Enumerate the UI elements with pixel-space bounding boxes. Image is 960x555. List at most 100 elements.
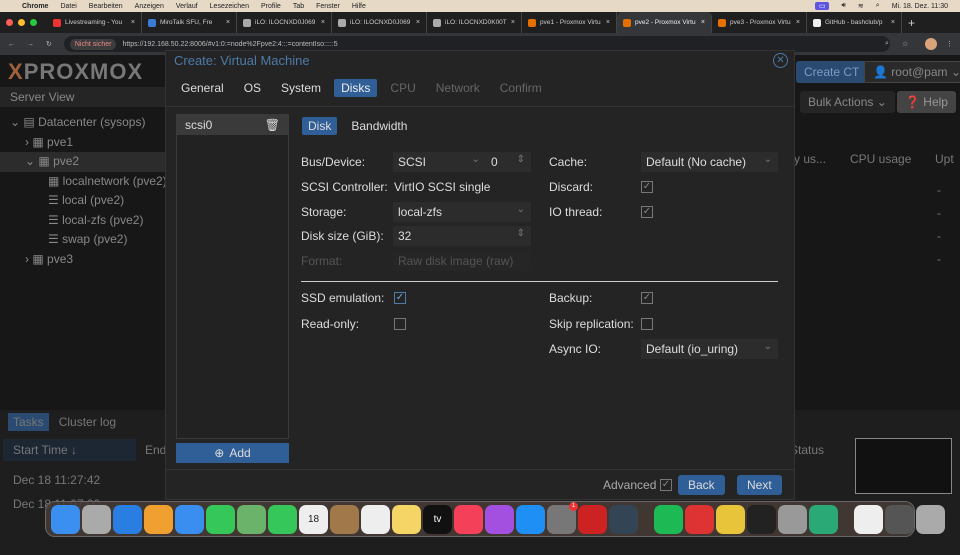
browser-tab[interactable]: iLO: ILOCNXD0J069 ×: [237, 12, 332, 33]
wizard-tab-general[interactable]: General: [174, 79, 231, 97]
server-view-selector[interactable]: Server View: [0, 87, 165, 107]
dock-tv-icon[interactable]: tv: [423, 504, 452, 534]
menu-verlauf[interactable]: Verlauf: [176, 3, 198, 10]
zoom-button[interactable]: [30, 19, 37, 26]
close-window-button[interactable]: [6, 19, 13, 26]
help-button[interactable]: ❓ Help: [897, 91, 956, 113]
device-stepper[interactable]: 0 ⇕: [486, 152, 531, 172]
wizard-tab-os[interactable]: OS: [237, 79, 268, 97]
wifi-icon[interactable]: ≋: [858, 2, 864, 10]
bus-select[interactable]: SCSI ⌄: [393, 152, 486, 172]
menu-anzeigen[interactable]: Anzeigen: [135, 3, 164, 10]
create-ct-button[interactable]: Create CT: [796, 61, 868, 83]
tree-node-pve3[interactable]: › ▦ pve3: [10, 250, 167, 270]
browser-tab[interactable]: pve2 - Proxmox Virtu ×: [617, 12, 712, 33]
dock-app-store-icon[interactable]: [516, 504, 545, 534]
dock-music-icon[interactable]: [454, 504, 483, 534]
tree-storage-local-zfs[interactable]: ☰ local-zfs (pve2): [10, 211, 167, 231]
dock-trash-icon[interactable]: [916, 504, 945, 534]
menu-datei[interactable]: Datei: [60, 3, 76, 10]
task-row[interactable]: Dec 18 11:27:42: [13, 468, 100, 492]
menu-bearbeiten[interactable]: Bearbeiten: [89, 3, 123, 10]
dock-app-green-icon[interactable]: [809, 504, 838, 534]
bulk-actions-button[interactable]: Bulk Actions ⌄: [800, 91, 895, 113]
screenshot-thumbnail-preview[interactable]: [855, 438, 952, 494]
menu-hilfe[interactable]: Hilfe: [352, 3, 366, 10]
column-uptime[interactable]: Upt: [935, 152, 954, 172]
tab-close-icon[interactable]: ×: [796, 19, 800, 26]
storage-select[interactable]: local-zfs ⌄: [393, 202, 531, 222]
wizard-tab-network[interactable]: Network: [429, 79, 487, 97]
dock-contacts-icon[interactable]: [330, 504, 359, 534]
menu-lesezeichen[interactable]: Lesezeichen: [210, 3, 249, 10]
search-icon[interactable]: ⌕: [876, 2, 880, 10]
back-icon[interactable]: ←: [8, 41, 15, 48]
dock-maps-icon[interactable]: [237, 504, 266, 534]
dock-finder-icon[interactable]: [51, 504, 80, 534]
menu-profile[interactable]: Profile: [261, 3, 281, 10]
browser-tab[interactable]: iLO: ILOCNXD0J069 ×: [332, 12, 427, 33]
dock-launchpad-icon[interactable]: [82, 504, 111, 534]
forward-icon[interactable]: →: [27, 41, 34, 48]
backup-checkbox[interactable]: ✓: [641, 292, 653, 304]
dock-spotify-icon[interactable]: [654, 504, 683, 534]
tree-storage-swap[interactable]: ☰ swap (pve2): [10, 230, 167, 250]
tab-close-icon[interactable]: ×: [606, 19, 610, 26]
dock-downloads-icon[interactable]: [885, 504, 914, 534]
menu-fenster[interactable]: Fenster: [316, 3, 340, 10]
add-disk-button[interactable]: ⊕ Add: [176, 443, 289, 463]
tree-datacenter[interactable]: ⌄ ▤ Datacenter (sysops): [10, 113, 167, 133]
tree-storage-local[interactable]: ☰ local (pve2): [10, 191, 167, 211]
async-io-select[interactable]: Default (io_uring) ⌄: [641, 339, 778, 359]
back-button[interactable]: Back: [678, 475, 725, 495]
read-only-checkbox[interactable]: [394, 318, 406, 330]
clock[interactable]: Mi. 18. Dez. 11:30: [892, 3, 948, 10]
dock-chrome-icon[interactable]: [716, 504, 745, 534]
tree-node-pve2[interactable]: ⌄ ▦ pve2: [0, 152, 165, 172]
dock-photos-icon[interactable]: [144, 504, 173, 534]
disk-item-scsi0[interactable]: scsi0 🗑︎: [177, 115, 288, 135]
screen-share-icon[interactable]: ▭: [814, 2, 830, 10]
dock-document-icon[interactable]: [854, 504, 883, 534]
zoom-icon[interactable]: ⌕: [885, 40, 889, 48]
dock-app-red-icon[interactable]: [578, 504, 607, 534]
dock-quicktime-icon[interactable]: [609, 504, 638, 534]
browser-tab[interactable]: iLO: ILOCNXD0K00T ×: [427, 12, 522, 33]
tab-tasks[interactable]: Tasks: [8, 413, 49, 431]
dock-safari-icon[interactable]: [113, 504, 142, 534]
column-memory[interactable]: ry us...: [790, 152, 845, 172]
menu-icon[interactable]: ⋮: [946, 40, 953, 48]
bookmark-star-icon[interactable]: ☆: [902, 40, 908, 48]
wizard-tab-cpu[interactable]: CPU: [383, 79, 422, 97]
column-cpu[interactable]: CPU usage: [845, 152, 935, 172]
dock-calendar-icon[interactable]: 18: [299, 504, 328, 534]
menu-tab[interactable]: Tab: [293, 3, 304, 10]
wizard-tab-confirm[interactable]: Confirm: [493, 79, 549, 97]
tab-close-icon[interactable]: ×: [416, 19, 420, 26]
tab-close-icon[interactable]: ×: [131, 19, 135, 26]
column-end-time[interactable]: End: [145, 443, 166, 457]
io-thread-checkbox[interactable]: ✓: [641, 206, 653, 218]
subtab-disk[interactable]: Disk: [302, 117, 338, 135]
wizard-tab-disks[interactable]: Disks: [334, 79, 378, 97]
dock-facetime-icon[interactable]: [268, 504, 297, 534]
tab-close-icon[interactable]: ×: [891, 19, 895, 26]
tab-cluster-log[interactable]: Cluster log: [59, 413, 116, 431]
ssd-emulation-checkbox[interactable]: ✓: [394, 292, 406, 304]
cache-select[interactable]: Default (No cache) ⌄: [641, 152, 778, 172]
user-menu[interactable]: 👤 root@pam ⌄: [864, 61, 960, 83]
column-status[interactable]: Status: [790, 443, 824, 457]
new-tab-button[interactable]: +: [908, 16, 915, 30]
dock-app-tomato-icon[interactable]: [685, 504, 714, 534]
dock-calculator-icon[interactable]: [778, 504, 807, 534]
discard-checkbox[interactable]: ✓: [641, 181, 653, 193]
trash-icon[interactable]: 🗑︎: [265, 118, 280, 132]
reload-icon[interactable]: ↻: [46, 40, 52, 48]
browser-tab[interactable]: pve3 - Proxmox Virtu ×: [712, 12, 807, 33]
advanced-checkbox[interactable]: ✓: [660, 479, 672, 491]
tab-close-icon[interactable]: ×: [321, 19, 325, 26]
dock-system-settings-icon[interactable]: 1: [547, 501, 578, 534]
tree-node-pve1[interactable]: › ▦ pve1: [10, 133, 167, 153]
browser-tab[interactable]: Livestreaming - You ×: [47, 12, 142, 33]
tree-network[interactable]: ▦ localnetwork (pve2): [10, 172, 167, 192]
